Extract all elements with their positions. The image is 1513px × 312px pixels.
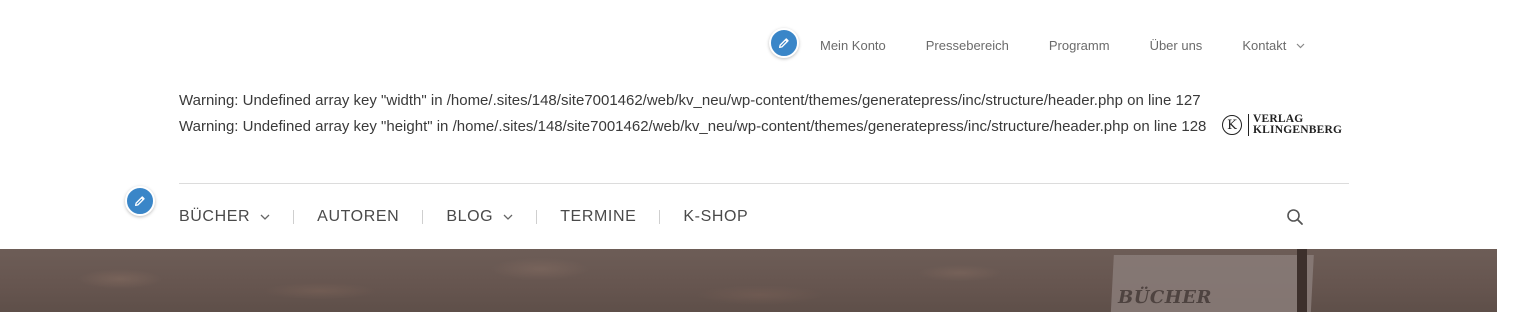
top-nav-label: Über uns bbox=[1149, 38, 1203, 53]
logo-line-2: KLINGENBERG bbox=[1253, 124, 1343, 136]
nav-item-label: BLOG bbox=[446, 208, 494, 225]
main-navigation: BÜCHER AUTOREN BLOG TERMINE K-SHOP bbox=[179, 204, 748, 230]
logo-separator bbox=[1248, 114, 1249, 136]
nav-separator bbox=[659, 210, 661, 224]
nav-item-label: TERMINE bbox=[560, 208, 637, 225]
nav-item-autoren[interactable]: AUTOREN bbox=[317, 208, 399, 226]
pencil-icon bbox=[778, 38, 789, 49]
hero-image: BÜCHER bbox=[0, 249, 1497, 312]
chevron-down-icon bbox=[1296, 43, 1305, 49]
top-nav-label: Kontakt bbox=[1242, 38, 1287, 53]
edit-navigation-button[interactable] bbox=[125, 186, 155, 216]
nav-item-label: BÜCHER bbox=[179, 208, 251, 225]
edit-header-button[interactable] bbox=[769, 28, 799, 58]
top-nav-ueber-uns[interactable]: Über uns bbox=[1150, 38, 1203, 53]
nav-separator bbox=[293, 210, 295, 224]
top-nav-programm[interactable]: Programm bbox=[1049, 38, 1110, 53]
site-logo[interactable]: K VERLAG KLINGENBERG bbox=[1222, 113, 1343, 136]
pencil-icon bbox=[134, 196, 145, 207]
top-nav-kontakt[interactable]: Kontakt bbox=[1242, 38, 1305, 53]
page: Mein Konto Pressebereich Programm Über u… bbox=[0, 0, 1513, 312]
search-icon bbox=[1287, 209, 1303, 225]
hero-sign-post bbox=[1297, 249, 1307, 312]
top-navigation: Mein Konto Pressebereich Programm Über u… bbox=[820, 38, 1305, 53]
nav-item-blog[interactable]: BLOG bbox=[446, 208, 513, 226]
top-nav-label: Mein Konto bbox=[820, 38, 886, 53]
php-warning-text: Warning: Undefined array key "width" in … bbox=[179, 92, 1207, 135]
search-button[interactable] bbox=[1285, 207, 1305, 227]
nav-separator bbox=[422, 210, 424, 224]
top-nav-label: Pressebereich bbox=[925, 38, 1009, 53]
logo-wordmark: VERLAG KLINGENBERG bbox=[1253, 113, 1343, 136]
nav-item-label: AUTOREN bbox=[317, 208, 400, 225]
nav-item-termine[interactable]: TERMINE bbox=[560, 208, 636, 226]
nav-item-label: K-SHOP bbox=[683, 208, 749, 225]
nav-item-k-shop[interactable]: K-SHOP bbox=[683, 208, 748, 226]
top-nav-label: Programm bbox=[1048, 38, 1110, 53]
chevron-down-icon bbox=[260, 214, 270, 220]
nav-item-buecher[interactable]: BÜCHER bbox=[179, 208, 270, 226]
logo-mark: K bbox=[1222, 115, 1242, 135]
top-nav-pressebereich[interactable]: Pressebereich bbox=[926, 38, 1009, 53]
chevron-down-icon bbox=[503, 214, 513, 220]
top-nav-mein-konto[interactable]: Mein Konto bbox=[820, 38, 886, 53]
nav-separator bbox=[536, 210, 538, 224]
hero-sign-text: BÜCHER bbox=[1118, 287, 1212, 308]
header-divider bbox=[179, 183, 1349, 184]
